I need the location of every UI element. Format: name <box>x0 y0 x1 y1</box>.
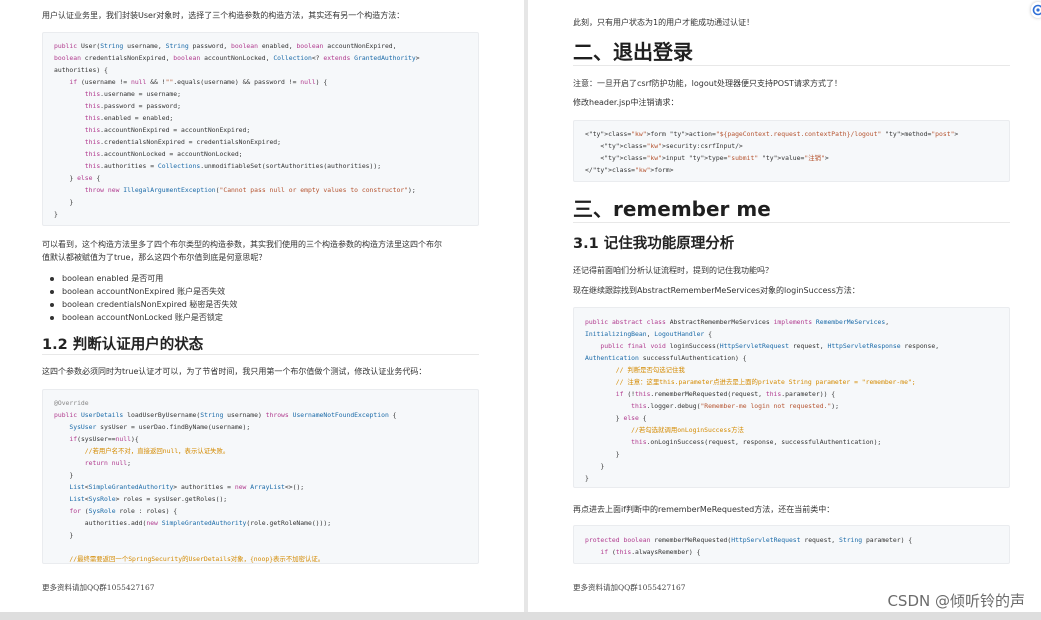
boolean-bullet-list: boolean enabled 是否可用 boolean accountNonE… <box>50 272 237 324</box>
bullet-item: boolean accountNonExpired 账户是否失效 <box>50 285 237 298</box>
code-line: this.logger.debug("Remember-me login not… <box>631 402 839 410</box>
code-line: <"ty">class="kw">input "ty">type="submit… <box>585 154 829 162</box>
click-in-paragraph: 再点进去上面if判断中的rememberMeRequested方法，还在当前类中… <box>573 505 835 514</box>
code-line: // 判断是否勾选记住我 <box>615 366 685 374</box>
right-page-footer: 更多资料请加QQ群1055427167 <box>573 583 686 592</box>
heading-remember-me: 三、remember me <box>573 197 771 221</box>
code-line: this.credentialsNonExpired = credentials… <box>84 138 282 146</box>
bullet-item: boolean enabled 是否可用 <box>50 272 237 285</box>
code-line: if (this.alwaysRemember) { <box>600 548 701 556</box>
code-line: if (username != null && !"".equals(usern… <box>69 78 328 86</box>
csdn-watermark: CSDN @倾听铃的声 <box>887 592 1025 610</box>
bullet-dot <box>50 315 54 320</box>
right-document-page: 此刻，只有用户状态为1的用户才能成功通过认证！ 二、退出登录 注意：一旦开启了c… <box>528 0 1041 612</box>
code-line: //最终需要返回一个SpringSecurity的UserDetails对象，{… <box>69 555 325 563</box>
bullet-text: boolean accountNonExpired 账户是否失效 <box>62 287 226 296</box>
remember-me-services-code-block: public abstract class AbstractRememberMe… <box>573 307 1010 488</box>
intro-paragraph: 用户认证业务里，我们封装User对象时，选择了三个构造参数的构造方法，其实还有另… <box>42 11 405 20</box>
left-page-footer: 更多资料请加QQ群1055427167 <box>42 583 155 592</box>
code-line: authorities.add(new SimpleGrantedAuthori… <box>54 519 332 527</box>
csrf-note: 注意：一旦开启了csrf防护功能，logout处理器便只支持POST请求方式了！ <box>573 79 843 88</box>
code-line: public final void loginSuccess(HttpServl… <box>600 342 940 350</box>
recall-paragraph: 还记得前面咱们分析认证流程时，提到的记住我功能吗？ <box>573 266 773 275</box>
code-line: } <box>585 450 620 458</box>
remember-me-requested-code-block: protected boolean rememberMeRequested(Ht… <box>573 525 1010 564</box>
edge-pin-icon[interactable] <box>1031 2 1041 18</box>
load-user-code-block: @Override public UserDetails loadUserByUs… <box>42 389 479 564</box>
para-line-2: 值默认都被赋值为了true，那么这四个布尔值到底是何意思呢？ <box>42 253 267 262</box>
modify-header-note: 修改header.jsp中注销请求： <box>573 98 679 107</box>
bullet-text: boolean enabled 是否可用 <box>62 274 164 283</box>
code-line: <"ty">class="kw">security:csrfInput/> <box>585 142 743 150</box>
section-heading-1-2: 1.2 判断认证用户的状态 <box>42 337 204 353</box>
code-line: } <box>585 474 589 482</box>
bullet-dot <box>50 276 54 281</box>
find-paragraph: 现在继续跟踪找到AbstractRememberMeServices对象的log… <box>573 286 860 295</box>
code-line: } else { <box>54 174 101 182</box>
code-line: public User(String username, String pass… <box>54 42 397 50</box>
code-line: } else { <box>585 414 647 422</box>
code-line: } <box>585 462 605 470</box>
bullet-dot <box>50 289 54 294</box>
code-line: this.password = password; <box>84 102 181 110</box>
section-heading-3-1: 3.1 记住我功能原理分析 <box>573 236 735 252</box>
bullet-dot <box>50 302 54 307</box>
code-line: //若用户名不对，直接返回null，表示认证失败。 <box>84 447 230 455</box>
code-line: // 注意：这里this.parameter点进去是上面的private Str… <box>615 378 916 386</box>
code-line: } <box>54 531 74 539</box>
code-line: <"ty">class="kw">form "ty">action="${pag… <box>585 130 959 138</box>
code-line: boolean credentialsNonExpired, boolean a… <box>54 54 420 62</box>
code-line: //若勾选就调用onLoginSuccess方法 <box>631 426 744 434</box>
code-line: return null; <box>84 459 131 467</box>
logout-form-code-block: <"ty">class="kw">form "ty">action="${pag… <box>573 120 1010 182</box>
code-line: public abstract class AbstractRememberMe… <box>585 318 890 326</box>
code-line: throw new IllegalArgumentException("Cann… <box>84 186 416 194</box>
code-line: } <box>54 210 58 218</box>
heading-logout: 二、退出登录 <box>573 40 693 64</box>
bottom-scroll-bar[interactable] <box>0 612 1041 620</box>
code-line: this.username = username; <box>84 90 181 98</box>
code-line: SysUser sysUser = userDao.findByName(use… <box>69 423 251 431</box>
bullet-item: boolean credentialsNonExpired 秘密是否失效 <box>50 298 237 311</box>
code-line: this.accountNonExpired = accountNonExpir… <box>84 126 251 134</box>
code-line: if(sysUser==null){ <box>69 435 139 443</box>
test-paragraph: 这四个参数必须同时为true认证才可以，为了节省时间，我只用第一个布尔值做个测试… <box>42 367 427 376</box>
code-line: List<SysRole> roles = sysUser.getRoles()… <box>69 495 228 503</box>
code-line: InitializingBean, LogoutHandler { <box>585 330 712 338</box>
pin-glyph-icon <box>1032 4 1041 16</box>
code-line: protected boolean rememberMeRequested(Ht… <box>585 536 913 544</box>
code-line: } <box>54 198 74 206</box>
code-line: } <box>54 471 74 479</box>
code-line: authorities) { <box>54 66 108 74</box>
status-note: 此刻，只有用户状态为1的用户才能成功通过认证！ <box>573 18 755 27</box>
code-line: this.accountNonLocked = accountNonLocked… <box>84 150 243 158</box>
bullet-text: boolean credentialsNonExpired 秘密是否失效 <box>62 300 238 309</box>
heading-divider <box>573 65 1010 66</box>
code-line: </"ty">class="kw">form> <box>585 166 674 174</box>
code-line: this.onLoginSuccess(request, response, s… <box>631 438 882 446</box>
code-line: @Override <box>54 399 89 407</box>
code-line: if (!this.rememberMeRequested(request, t… <box>615 390 836 398</box>
code-line: this.enabled = enabled; <box>84 114 174 122</box>
heading-divider <box>573 222 1010 223</box>
bullet-item: boolean accountNonLocked 账户是否锁定 <box>50 311 237 324</box>
constructor-code-block: public User(String username, String pass… <box>42 32 479 226</box>
left-document-page: 用户认证业务里，我们封装User对象时，选择了三个构造参数的构造方法，其实还有另… <box>0 0 524 612</box>
code-line: this.authorities = Collections.unmodifia… <box>84 162 382 170</box>
code-line: List<SimpleGrantedAuthority> authorities… <box>69 483 305 491</box>
code-line: Authentication successfulAuthentication)… <box>585 354 747 362</box>
code-line: for (SysRole role : roles) { <box>69 507 178 515</box>
code-line: public UserDetails loadUserByUsername(St… <box>54 411 397 419</box>
bullet-text: boolean accountNonLocked 账户是否锁定 <box>62 313 223 322</box>
para-line-1: 可以看到，这个构造方法里多了四个布尔类型的构造参数，其实我们使用的三个构造参数的… <box>42 240 442 249</box>
heading-divider <box>42 354 479 355</box>
